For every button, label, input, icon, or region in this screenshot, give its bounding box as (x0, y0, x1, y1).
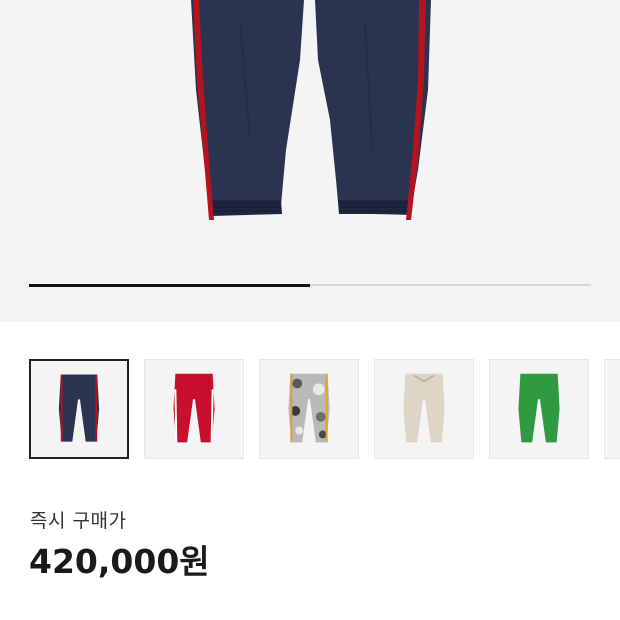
pants-red-icon (173, 373, 215, 443)
product-hero-image[interactable] (0, 0, 620, 322)
thumbnail-strip[interactable] (0, 359, 620, 461)
thumbnail-red[interactable] (144, 359, 244, 459)
thumbnail-green[interactable] (489, 359, 589, 459)
instant-buy-price-value: 420,000원 (29, 542, 210, 581)
thumbnail-beige[interactable] (374, 359, 474, 459)
pants-green-icon (518, 373, 560, 443)
thumbnail-more[interactable] (604, 359, 620, 459)
pants-beige-icon (403, 373, 445, 443)
navy-track-pants-image (191, 0, 431, 220)
thumbnail-navy[interactable] (29, 359, 129, 459)
pants-camo-icon (288, 373, 330, 443)
carousel-progress-fill (29, 283, 310, 287)
instant-buy-price-label: 즉시 구매가 (30, 510, 127, 532)
carousel-progress-track[interactable] (29, 283, 591, 287)
thumbnail-camo[interactable] (259, 359, 359, 459)
pants-navy-icon (58, 374, 100, 442)
